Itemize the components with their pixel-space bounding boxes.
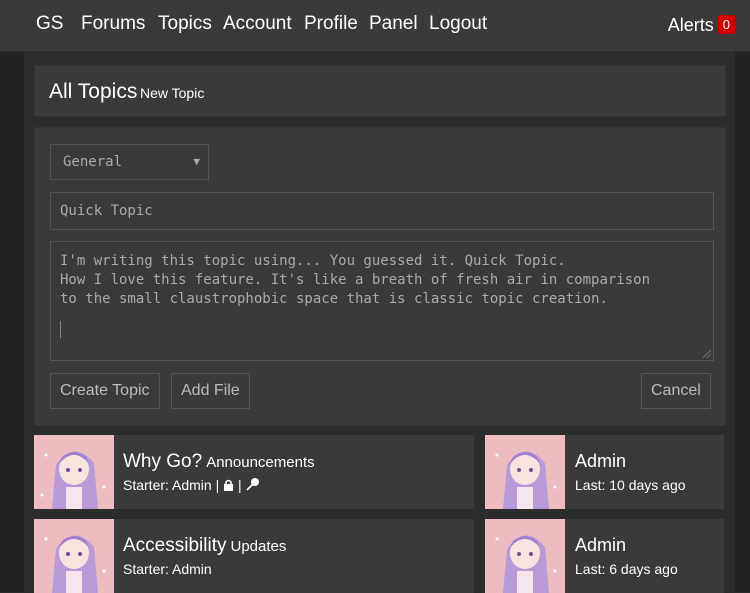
topic-content-textarea[interactable]: I'm writing this topic using... You gues…	[50, 241, 714, 361]
quick-topic-form: General ▼ Quick Topic I'm writing this t…	[34, 127, 726, 426]
alerts-count-badge: 0	[717, 15, 735, 34]
text-caret	[60, 321, 61, 338]
nav-panel[interactable]: Panel	[369, 13, 418, 35]
cancel-button[interactable]: Cancel	[641, 373, 711, 409]
starter-text: Starter: Admin	[123, 561, 212, 577]
nav-topics[interactable]: Topics	[158, 13, 212, 35]
topic-title-input[interactable]: Quick Topic	[50, 192, 714, 230]
left-gutter	[0, 52, 24, 592]
nav-logout[interactable]: Logout	[429, 13, 487, 35]
last-reply-cell[interactable]: Admin Last: 6 days ago	[485, 519, 724, 593]
nav-forums[interactable]: Forums	[81, 13, 145, 35]
brand-link[interactable]: GS	[36, 13, 63, 35]
resize-grip-icon[interactable]	[703, 350, 711, 358]
topic-title: Accessibility	[123, 535, 227, 556]
avatar[interactable]	[34, 435, 114, 509]
new-topic-link[interactable]: New Topic	[140, 85, 204, 101]
topic-content-text: I'm writing this topic using... You gues…	[60, 253, 651, 307]
topic-forum-link[interactable]: Announcements	[206, 454, 314, 471]
alerts-label: Alerts	[667, 15, 714, 35]
topic-row[interactable]: Why Go? Announcements Starter: Admin | |	[34, 435, 474, 509]
topic-row[interactable]: Accessibility Updates Starter: Admin	[34, 519, 474, 593]
starter-text: Starter: Admin	[123, 477, 212, 493]
last-poster-link[interactable]: Admin	[575, 451, 626, 472]
topic-forum-link[interactable]: Updates	[230, 538, 286, 555]
nav-account[interactable]: Account	[223, 13, 292, 35]
last-post-time: Last: 6 days ago	[575, 561, 678, 577]
last-post-time: Last: 10 days ago	[575, 477, 686, 493]
right-gutter	[735, 52, 750, 592]
top-nav: GS Forums Topics Account Profile Panel L…	[0, 0, 750, 52]
create-topic-button[interactable]: Create Topic	[50, 373, 160, 409]
topic-title: Why Go?	[123, 451, 203, 472]
last-poster-link[interactable]: Admin	[575, 535, 626, 556]
avatar[interactable]	[485, 519, 565, 593]
avatar[interactable]	[485, 435, 565, 509]
forum-select-value: General	[63, 154, 123, 170]
last-reply-cell[interactable]: Admin Last: 10 days ago	[485, 435, 724, 509]
topic-title-link[interactable]: Accessibility Updates	[123, 535, 286, 557]
topic-starter: Starter: Admin	[123, 561, 212, 577]
alerts-menu[interactable]: Alerts 0	[668, 15, 735, 36]
avatar[interactable]	[34, 519, 114, 593]
topic-title-link[interactable]: Why Go? Announcements	[123, 451, 315, 473]
page-title: All Topics	[49, 80, 138, 103]
topic-title-placeholder: Quick Topic	[60, 203, 153, 219]
nav-profile[interactable]: Profile	[304, 13, 358, 35]
topics-header: All Topics New Topic	[34, 65, 726, 117]
dropdown-arrow-icon: ▼	[193, 155, 200, 168]
lock-icon	[223, 478, 234, 494]
pin-icon	[245, 477, 260, 494]
forum-select[interactable]: General ▼	[50, 144, 209, 180]
topic-starter: Starter: Admin | |	[123, 477, 260, 494]
add-file-button[interactable]: Add File	[171, 373, 250, 409]
